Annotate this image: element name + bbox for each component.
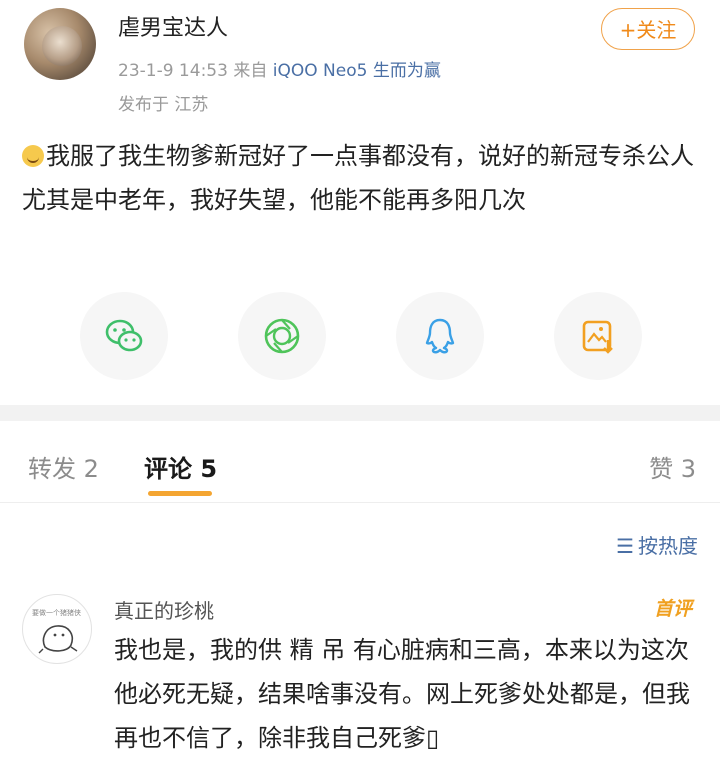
tab-likes[interactable]: 赞 3 [649, 449, 696, 484]
sort-by-hot-button[interactable]: ☰ 按热度 [616, 530, 698, 559]
commenter-name[interactable]: 真正的珍桃 [114, 595, 214, 624]
doodle-pig-icon [38, 625, 78, 654]
post-meta: 23-1-9 14:53 来自 iQOO Neo5 生而为赢 [118, 56, 441, 81]
sleepy-face-emoji-icon [22, 145, 44, 167]
tab-comments[interactable]: 评论 5 [144, 449, 217, 484]
post-text: 我服了我生物爹新冠好了一点事都没有，说好的新冠专杀公人尤其是中老年，我好失望，他… [22, 142, 694, 214]
section-divider [0, 405, 720, 421]
share-row [0, 290, 720, 380]
tab-repost[interactable]: 转发 2 [28, 449, 99, 484]
post-source[interactable]: iQOO Neo5 生而为赢 [273, 61, 441, 81]
qq-icon [425, 318, 455, 354]
tab-bar: 转发 2 评论 5 赞 3 [0, 421, 720, 501]
save-image-button[interactable] [554, 292, 642, 380]
wechat-icon [105, 319, 143, 352]
moments-icon [264, 318, 300, 354]
post-location: 发布于 江苏 [118, 95, 209, 115]
save-image-icon [582, 320, 613, 354]
share-moments-button[interactable] [238, 292, 326, 380]
tabs-divider [0, 502, 720, 503]
share-wechat-button[interactable] [80, 292, 168, 380]
sort-label: 按热度 [638, 534, 698, 558]
share-qq-button[interactable] [396, 292, 484, 380]
follow-button[interactable]: +关注 [601, 8, 695, 50]
author-username[interactable]: 虐男宝达人 [118, 10, 228, 42]
sort-icon: ☰ [616, 534, 634, 558]
post-time: 23-1-9 14:53 [118, 61, 228, 81]
comment-item: 要做一个猪猪侠 真正的珍桃 首评 我也是，我的供 精 吊 有心脏病和三高，本来以… [0, 580, 720, 765]
author-avatar[interactable] [24, 8, 96, 80]
comment-text: 我也是，我的供 精 吊 有心脏病和三高，本来以为这次他必死无疑，结果啥事没有。网… [114, 636, 690, 752]
post-body: 我服了我生物爹新冠好了一点事都没有，说好的新冠专杀公人尤其是中老年，我好失望，他… [22, 134, 698, 222]
source-prefix: 来自 [233, 61, 268, 81]
first-comment-badge: 首评 [653, 598, 692, 620]
commenter-avatar[interactable]: 要做一个猪猪侠 [22, 594, 92, 664]
active-tab-indicator [148, 491, 212, 496]
post-header: 虐男宝达人 23-1-9 14:53 来自 iQOO Neo5 生而为赢 发布于… [0, 0, 720, 120]
